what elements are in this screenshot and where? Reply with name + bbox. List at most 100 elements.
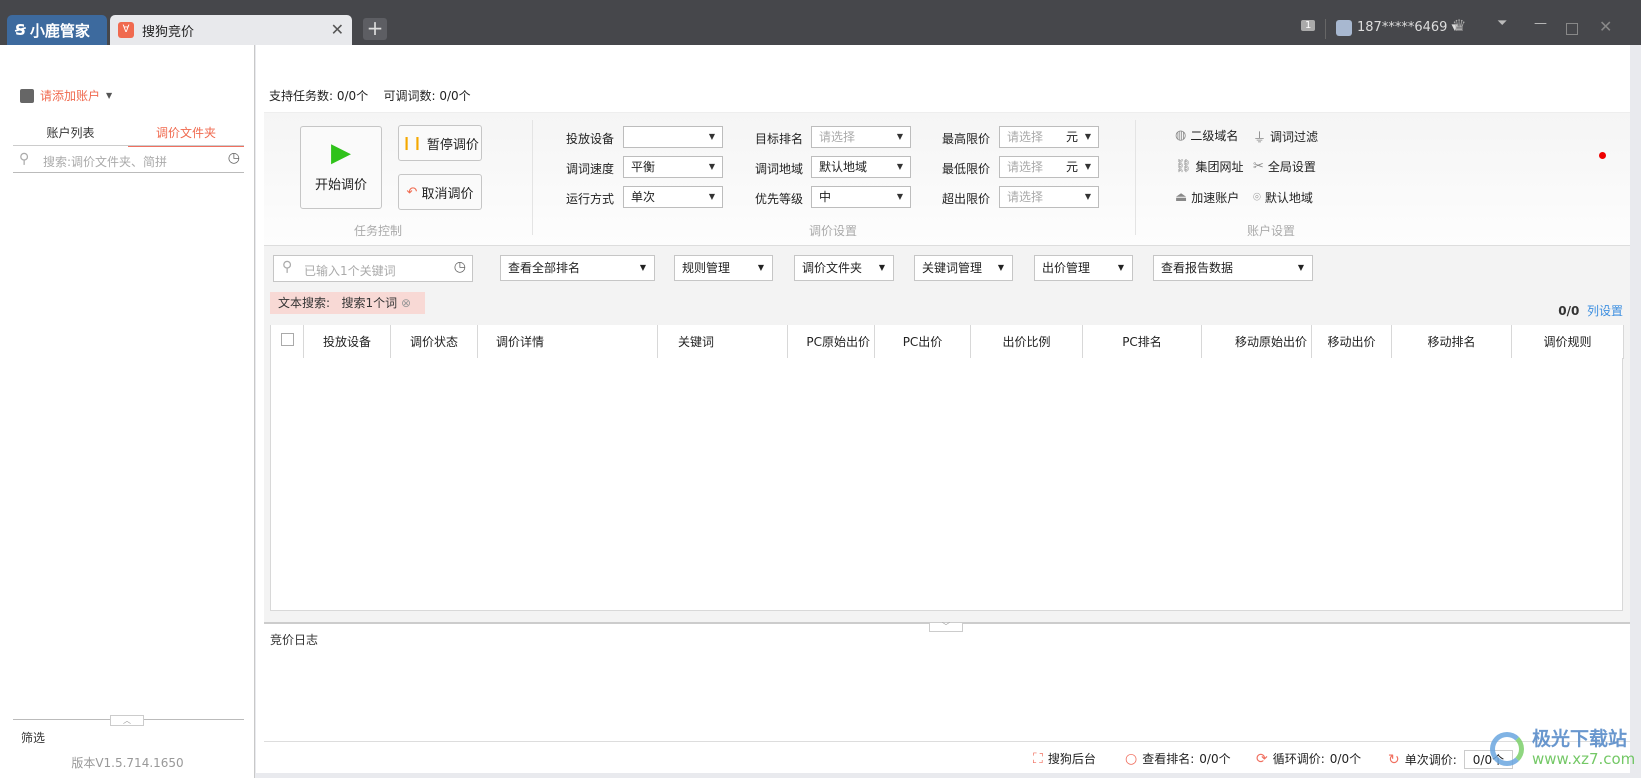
unit-label: 元 [1065,160,1078,174]
field-label: 目标排名 [755,132,804,146]
close-tab-icon[interactable]: ✕ [331,20,344,39]
user-id: 187*****6469 [1357,20,1448,35]
account-item-group-url[interactable]: ⛓ 集团网址 [1175,158,1244,175]
expand-up-icon[interactable]: ︿ [110,715,144,726]
cancel-pricing-button[interactable]: ↶ 取消调价 [398,174,482,210]
price-setting-select[interactable]: 请选择 ▼ [811,126,911,148]
select-all-checkbox[interactable] [280,333,294,347]
tab-price-folder[interactable]: 调价文件夹 [128,124,244,147]
history-clock-icon[interactable]: ◷ [454,259,466,275]
filter-dropdown[interactable]: 调价文件夹 ▼ [794,255,894,281]
notification-dot [1599,152,1606,159]
price-setting-select[interactable]: 请选择 ▼ [999,186,1099,208]
account-item-word-filter[interactable]: ⏚ 调词过滤 [1253,127,1318,146]
caret-down-icon: ▼ [896,192,903,201]
watermark-logo: 极光下载站 www.xz7.com [1490,722,1635,774]
maximize-icon[interactable] [1566,23,1578,35]
column-header[interactable]: PC原始出价 [787,325,875,359]
account-item-global-settings[interactable]: ✂ 全局设置 [1253,158,1316,175]
column-header[interactable]: 出价比例 [970,325,1083,359]
view-rank-status[interactable]: ○ 查看排名: 0/0个 [1125,750,1231,767]
field-label: 优先等级 [755,192,804,206]
account-item-accelerate[interactable]: ⏏ 加速账户 [1175,189,1239,206]
column-header[interactable]: 调价详情 [477,325,658,359]
loop-pricing-status[interactable]: ⟳ 循环调价: 0/0个 [1256,750,1361,767]
dropdown-label: 调价文件夹 [802,261,863,275]
sogou-backend-link[interactable]: ⛶ 搜狗后台 [1033,750,1096,767]
vip-crown-icon[interactable]: ♛ [1452,16,1466,35]
filter-dropdown[interactable]: 查看报告数据 ▼ [1153,255,1313,281]
search-placeholder: 搜索:调价文件夹、简拼 [43,155,168,169]
user-account[interactable]: 187*****6469 ▾ [1357,20,1458,35]
collapse-down-icon[interactable]: ﹀ [929,622,963,632]
table-meta: 0/0 列设置 [1558,302,1623,319]
column-header[interactable]: 调价状态 [390,325,478,359]
caret-down-icon: ▼ [639,263,646,272]
app-name: 小鹿管家 [29,21,90,40]
price-setting-select[interactable]: ▼ [623,126,723,148]
app-logo-tab[interactable]: Ꞩ 小鹿管家 [7,15,107,45]
price-setting-select[interactable]: 中 ▼ [811,186,911,208]
filter-dropdown[interactable]: 出价管理 ▼ [1034,255,1133,281]
column-header[interactable]: 投放设备 [303,325,391,359]
log-title: 竞价日志 [270,633,319,647]
user-avatar-icon[interactable] [1336,20,1352,36]
tools-icon: ✂ [1253,159,1264,174]
column-header[interactable]: 关键词 [657,325,788,359]
column-header[interactable]: PC排名 [1082,325,1202,359]
add-account-dropdown[interactable]: 请添加账户 ▼ [20,87,112,104]
filter-dropdown[interactable]: 查看全部排名 ▼ [500,255,655,281]
column-header[interactable]: 调价规则 [1511,325,1624,359]
column-header[interactable]: 移动出价 [1311,325,1392,359]
column-settings-link[interactable]: 列设置 [1587,304,1623,318]
column-header[interactable]: PC出价 [874,325,971,359]
tab-account-list[interactable]: 账户列表 [13,124,128,146]
select-value: 平衡 [631,160,656,174]
filter-label[interactable]: 筛选 [21,729,45,746]
price-setting-select[interactable]: 默认地域 ▼ [811,156,911,178]
pause-pricing-button[interactable]: ❙❙ 暂停调价 [398,125,482,161]
filter-icon: ⏚ [1253,131,1267,146]
remove-tag-icon[interactable]: ⊗ [401,296,411,310]
price-setting-select[interactable]: 请选择 元 ▼ [999,126,1099,148]
column-header[interactable]: 移动排名 [1391,325,1512,359]
divider [13,145,244,146]
caret-down-icon: ▼ [896,162,903,171]
caret-down-icon: ▼ [106,91,113,100]
cancel-label: 取消调价 [421,186,474,202]
account-item-default-region[interactable]: ⌾ 默认地域 [1253,189,1313,206]
caret-down-icon: ▼ [1117,263,1124,272]
play-icon: ▶ [331,138,351,168]
filter-dropdown[interactable]: 关键词管理 ▼ [914,255,1013,281]
location-pin-icon: ⌾ [1253,190,1261,205]
window-count-badge[interactable]: 1 [1301,20,1316,31]
new-tab-button[interactable]: + [363,18,387,40]
account-item-subdomain[interactable]: ◍ 二级域名 [1175,127,1238,144]
link-icon: ⛓ [1175,159,1192,174]
refresh-icon: ⟳ [1256,750,1268,767]
group-label-price-settings: 调价设置 [809,224,858,238]
history-clock-icon[interactable]: ◷ [228,150,240,166]
watermark-url: www.xz7.com [1532,750,1636,768]
tab-sogou-bidding[interactable]: ∀ 搜狗竞价 ✕ [110,15,352,45]
watermark-swirl-icon [1490,732,1524,766]
keyword-search-input[interactable]: ⚲ 已输入1个关键词 ◷ [273,255,473,282]
person-icon: ⛶ [1033,750,1043,767]
select-value: 默认地域 [819,160,868,174]
price-setting-select[interactable]: 平衡 ▼ [623,156,723,178]
price-setting-select[interactable]: 单次 ▼ [623,186,723,208]
column-header[interactable]: 移动原始出价 [1201,325,1312,359]
close-window-icon[interactable]: ✕ [1599,17,1612,36]
start-pricing-button[interactable]: ▶ 开始调价 [300,126,382,209]
select-all-checkbox-cell[interactable] [270,325,304,359]
undo-icon: ↶ [406,184,418,200]
keyword-placeholder: 已输入1个关键词 [304,264,396,278]
menu-icon[interactable]: ⏷ [1497,16,1507,31]
pause-icon: ❙❙ [401,135,423,151]
folder-search-input[interactable]: ⚲ 搜索:调价文件夹、简拼 ◷ [13,149,244,173]
price-setting-select[interactable]: 请选择 元 ▼ [999,156,1099,178]
filter-dropdown[interactable]: 规则管理 ▼ [674,255,773,281]
minimize-icon[interactable]: — [1534,16,1547,31]
select-placeholder: 请选择 [819,130,856,144]
rocket-icon: ⏏ [1175,190,1188,205]
